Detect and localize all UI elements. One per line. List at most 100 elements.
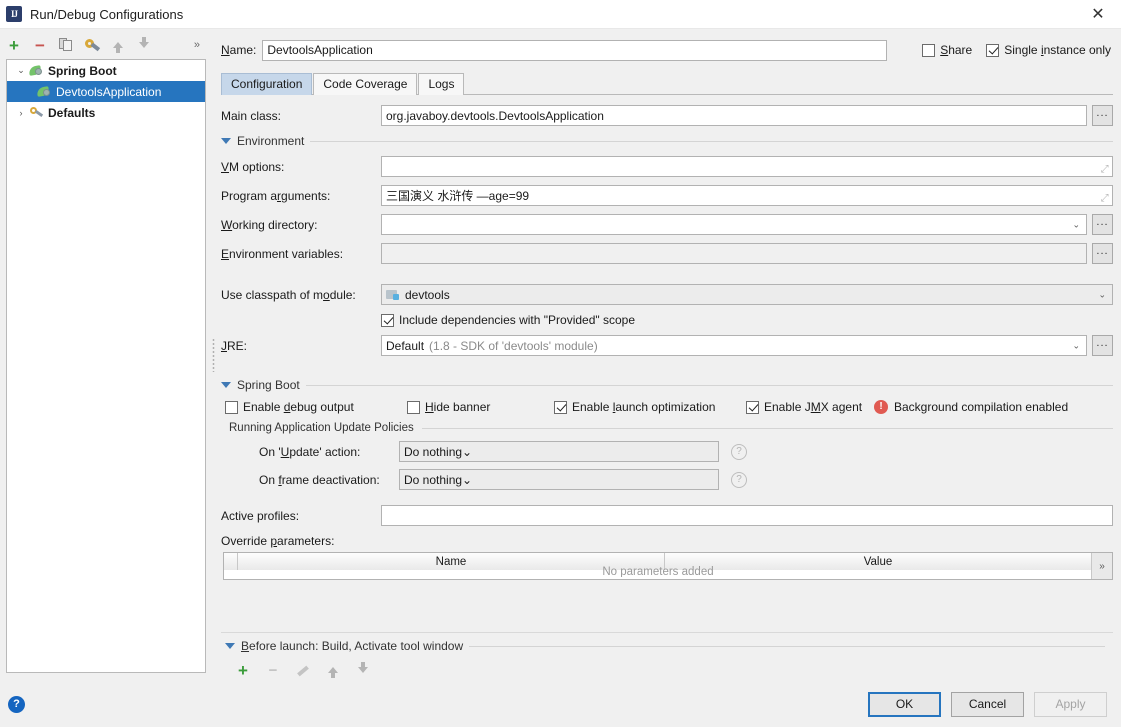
environment-variables-input[interactable]	[381, 243, 1087, 264]
active-profiles-input[interactable]	[381, 505, 1113, 526]
copy-configuration-button[interactable]	[58, 37, 74, 53]
before-launch-header[interactable]: Before launch: Build, Activate tool wind…	[225, 639, 1105, 653]
divider	[310, 141, 1113, 142]
module-icon	[386, 288, 400, 301]
working-directory-input[interactable]: ⌄	[381, 214, 1087, 235]
table-header-name[interactable]: Name	[238, 553, 665, 570]
environment-variables-browse-button[interactable]: ...	[1092, 243, 1113, 264]
checkbox-box	[381, 314, 394, 327]
checkbox-box	[986, 44, 999, 57]
add-configuration-button[interactable]: +	[6, 37, 22, 53]
table-header-value[interactable]: Value	[665, 553, 1091, 570]
environment-section-header[interactable]: Environment	[221, 134, 1113, 148]
vm-options-input[interactable]	[381, 156, 1113, 177]
main-class-input[interactable]	[381, 105, 1087, 126]
chevron-right-icon[interactable]: ›	[13, 108, 29, 118]
jre-field-group: Default (1.8 - SDK of 'devtools' module)…	[381, 335, 1113, 356]
main-class-browse-button[interactable]: ...	[1092, 105, 1113, 126]
jre-browse-button[interactable]: ...	[1092, 335, 1113, 356]
arrow-up-icon	[328, 667, 338, 673]
tab-code-coverage[interactable]: Code Coverage	[313, 73, 417, 95]
include-provided-scope-checkbox[interactable]: Include dependencies with "Provided" sco…	[381, 313, 635, 327]
ok-button[interactable]: OK	[868, 692, 941, 717]
table-overflow-button[interactable]: »	[1091, 553, 1112, 579]
checkbox-box	[407, 401, 420, 414]
run-debug-configurations-dialog: IJ Run/Debug Configurations ✕ + − » ⌄ Sp…	[0, 0, 1121, 727]
arrow-up-icon	[113, 42, 123, 48]
window-title: Run/Debug Configurations	[30, 7, 183, 22]
on-frame-deactivation-row: On frame deactivation: Do nothing ⌄ ?	[229, 469, 1113, 490]
spring-boot-options-row: Enable debug output Hide banner Enable l…	[225, 400, 1113, 414]
triangle-down-icon	[221, 382, 231, 388]
tree-node-label: DevtoolsApplication	[56, 85, 161, 99]
tree-node-devtools-application[interactable]: DevtoolsApplication	[7, 81, 205, 102]
jre-combo[interactable]: Default (1.8 - SDK of 'devtools' module)…	[381, 335, 1087, 356]
on-frame-deactivation-combo[interactable]: Do nothing ⌄	[399, 469, 719, 490]
tree-node-label: Defaults	[48, 106, 95, 120]
enable-jmx-agent-checkbox[interactable]: Enable JMX agent	[746, 400, 874, 414]
move-up-button[interactable]	[110, 37, 126, 53]
before-launch-edit-button	[295, 662, 311, 678]
name-row: Name: Share Single instance only	[221, 29, 1113, 67]
before-launch-section: Before launch: Build, Activate tool wind…	[221, 632, 1113, 681]
tab-configuration[interactable]: Configuration	[221, 73, 312, 95]
checkbox-box	[746, 401, 759, 414]
on-update-action-row: On 'Update' action: Do nothing ⌄ ?	[229, 441, 1113, 462]
splitter-handle-icon	[212, 338, 215, 372]
chevron-down-icon[interactable]: ⌄	[1098, 289, 1106, 300]
program-arguments-input[interactable]: 三国演义 水浒传 —age=99	[381, 185, 1113, 206]
jre-row: JRE: Default (1.8 - SDK of 'devtools' mo…	[221, 335, 1113, 356]
jre-label: JRE:	[221, 339, 381, 353]
chevron-down-icon[interactable]: ⌄	[1072, 340, 1080, 351]
help-icon[interactable]: ?	[731, 444, 747, 460]
spring-boot-icon	[29, 63, 44, 78]
help-icon[interactable]: ?	[731, 472, 747, 488]
move-down-button[interactable]	[136, 37, 152, 53]
cancel-button[interactable]: Cancel	[951, 692, 1024, 717]
help-button[interactable]: ?	[8, 696, 25, 713]
tab-logs[interactable]: Logs	[418, 73, 464, 95]
chevron-down-icon[interactable]: ⌄	[13, 65, 29, 76]
active-profiles-row: Active profiles:	[221, 505, 1113, 526]
main-class-field-group: ...	[381, 105, 1113, 126]
working-directory-field-group: ⌄ ...	[381, 214, 1113, 235]
panel-splitter[interactable]	[210, 29, 217, 681]
before-launch-move-down-button	[355, 662, 371, 678]
working-directory-browse-button[interactable]: ...	[1092, 214, 1113, 235]
close-icon[interactable]: ✕	[1075, 0, 1121, 28]
on-update-action-combo[interactable]: Do nothing ⌄	[399, 441, 719, 462]
arrow-down-icon	[358, 667, 368, 673]
enable-launch-optimization-checkbox[interactable]: Enable launch optimization	[554, 400, 746, 414]
chevron-down-icon[interactable]: ⌄	[1072, 219, 1080, 230]
enable-debug-output-checkbox[interactable]: Enable debug output	[225, 400, 407, 414]
copy-icon	[59, 38, 73, 52]
override-parameters-block: Override parameters: Name Value » No par…	[221, 534, 1113, 580]
tree-node-spring-boot[interactable]: ⌄ Spring Boot	[7, 60, 205, 81]
configurations-tree[interactable]: ⌄ Spring Boot DevtoolsApplication › Defa…	[6, 59, 206, 673]
name-label: Name:	[221, 43, 256, 57]
tree-node-defaults[interactable]: › Defaults	[7, 102, 205, 123]
spring-boot-section-header[interactable]: Spring Boot	[221, 378, 1113, 392]
edit-templates-button[interactable]	[84, 37, 100, 53]
chevron-down-icon[interactable]: ⌄	[462, 473, 472, 487]
share-checkbox[interactable]: Share	[922, 43, 972, 57]
edit-pencil-icon	[296, 663, 310, 677]
environment-section-title: Environment	[237, 134, 304, 148]
toolbar-overflow-button[interactable]: »	[194, 39, 200, 51]
environment-variables-label: Environment variables:	[221, 247, 381, 261]
single-instance-only-checkbox[interactable]: Single instance only	[986, 43, 1111, 57]
program-arguments-label: Program arguments:	[221, 189, 381, 203]
expand-editor-icon[interactable]: ⤡	[1101, 193, 1109, 204]
chevron-down-icon[interactable]: ⌄	[462, 445, 472, 459]
name-input[interactable]	[262, 40, 887, 61]
classpath-module-combo[interactable]: devtools ⌄	[381, 284, 1113, 305]
expand-editor-icon[interactable]: ⤡	[1101, 164, 1109, 175]
override-parameters-table[interactable]: Name Value » No parameters added	[223, 552, 1113, 580]
divider	[469, 646, 1105, 647]
classpath-module-row: Use classpath of module: devtools ⌄	[221, 284, 1113, 305]
before-launch-add-button[interactable]: +	[235, 662, 251, 678]
jre-value: Default	[386, 339, 424, 353]
hide-banner-checkbox[interactable]: Hide banner	[407, 400, 554, 414]
triangle-down-icon	[225, 643, 235, 649]
remove-configuration-button[interactable]: −	[32, 37, 48, 53]
